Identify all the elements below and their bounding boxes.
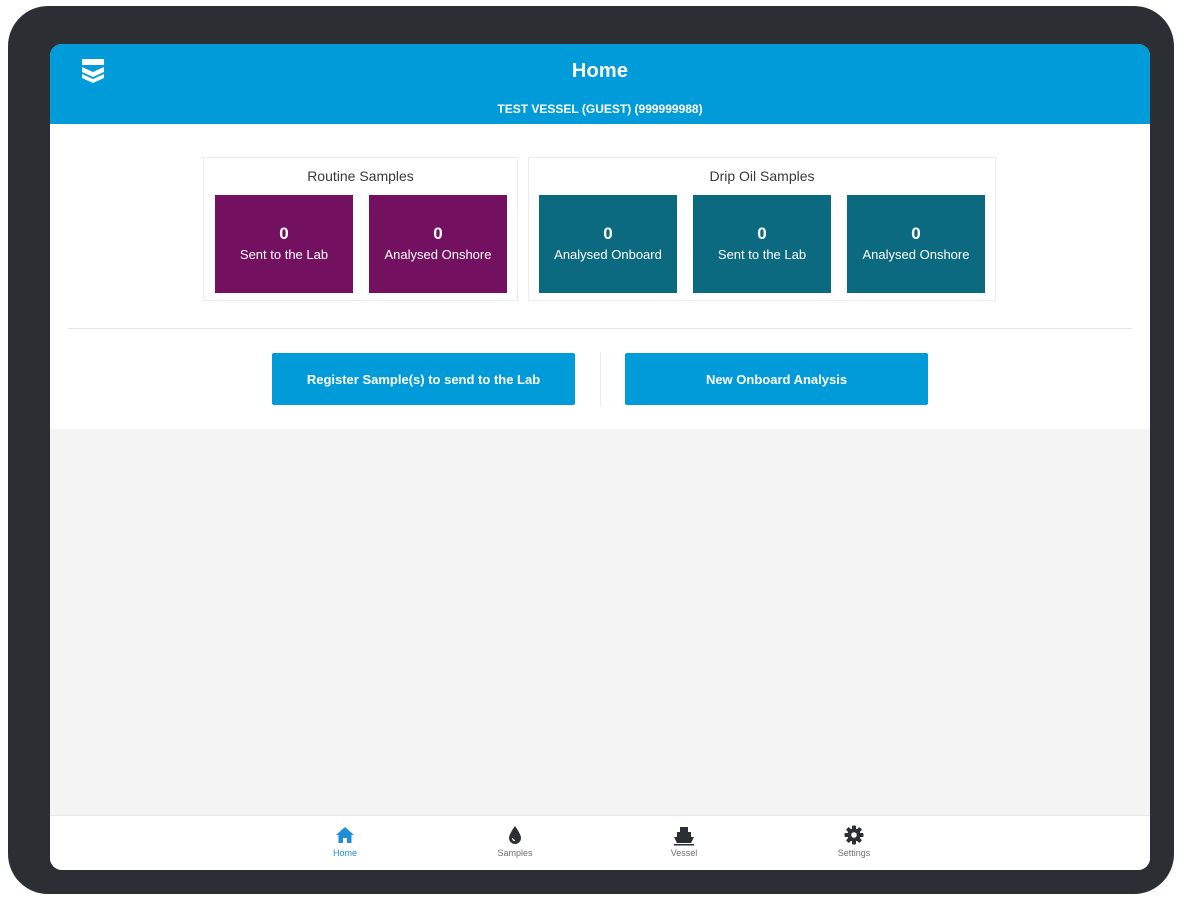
app-header: Home TEST VESSEL (GUEST) (999999988) [50, 44, 1150, 124]
tile-label: Sent to the Lab [239, 247, 329, 262]
page-title: Home [571, 60, 629, 82]
tile-label: Analysed Onshore [862, 247, 970, 262]
tile-count: 0 [603, 224, 613, 243]
tab-samples[interactable]: Samples [475, 824, 555, 858]
drip-oil-samples-title: Drip Oil Samples [709, 168, 815, 184]
device-frame: Home TEST VESSEL (GUEST) (999999988) Rou… [8, 6, 1174, 894]
tile-label: Sent to the Lab [717, 247, 807, 262]
tab-label: Vessel [670, 848, 698, 858]
tile-label: Analysed Onboard [554, 247, 662, 262]
tab-label: Settings [837, 848, 871, 858]
section-divider [68, 328, 1132, 329]
tile-count: 0 [757, 224, 767, 243]
button-separator [600, 352, 601, 406]
gear-icon [843, 824, 865, 846]
home-icon [334, 824, 356, 846]
tab-vessel[interactable]: Vessel [644, 824, 724, 858]
ship-icon [673, 824, 695, 846]
tile-label: Analysed Onshore [384, 247, 492, 262]
routine-analysed-onshore-tile[interactable]: 0 Analysed Onshore [369, 195, 507, 293]
routine-samples-group: Routine Samples 0 Sent to the Lab 0 Anal… [203, 157, 518, 301]
tab-home[interactable]: Home [305, 824, 385, 858]
tile-count: 0 [279, 224, 289, 243]
app-screen: Home TEST VESSEL (GUEST) (999999988) Rou… [50, 44, 1150, 870]
bottom-tab-bar: Home Samples Vessel Settings [50, 815, 1150, 870]
tab-label: Home [332, 848, 357, 858]
routine-sent-to-lab-tile[interactable]: 0 Sent to the Lab [215, 195, 353, 293]
tab-settings[interactable]: Settings [814, 824, 894, 858]
drop-icon [504, 824, 526, 846]
routine-samples-title: Routine Samples [307, 168, 414, 184]
drip-oil-samples-group: Drip Oil Samples 0 Analysed Onboard 0 Se… [528, 157, 996, 301]
tile-count: 0 [911, 224, 921, 243]
content-area [50, 429, 1150, 815]
new-onboard-analysis-button[interactable]: New Onboard Analysis [625, 353, 928, 405]
tab-label: Samples [497, 848, 533, 858]
drip-analysed-onshore-tile[interactable]: 0 Analysed Onshore [847, 195, 985, 293]
drip-analysed-onboard-tile[interactable]: 0 Analysed Onboard [539, 195, 677, 293]
register-samples-button[interactable]: Register Sample(s) to send to the Lab [272, 353, 575, 405]
drip-sent-to-lab-tile[interactable]: 0 Sent to the Lab [693, 195, 831, 293]
vessel-subtitle: TEST VESSEL (GUEST) (999999988) [497, 102, 703, 116]
tile-count: 0 [433, 224, 443, 243]
dashboard-main: Routine Samples 0 Sent to the Lab 0 Anal… [50, 124, 1150, 429]
